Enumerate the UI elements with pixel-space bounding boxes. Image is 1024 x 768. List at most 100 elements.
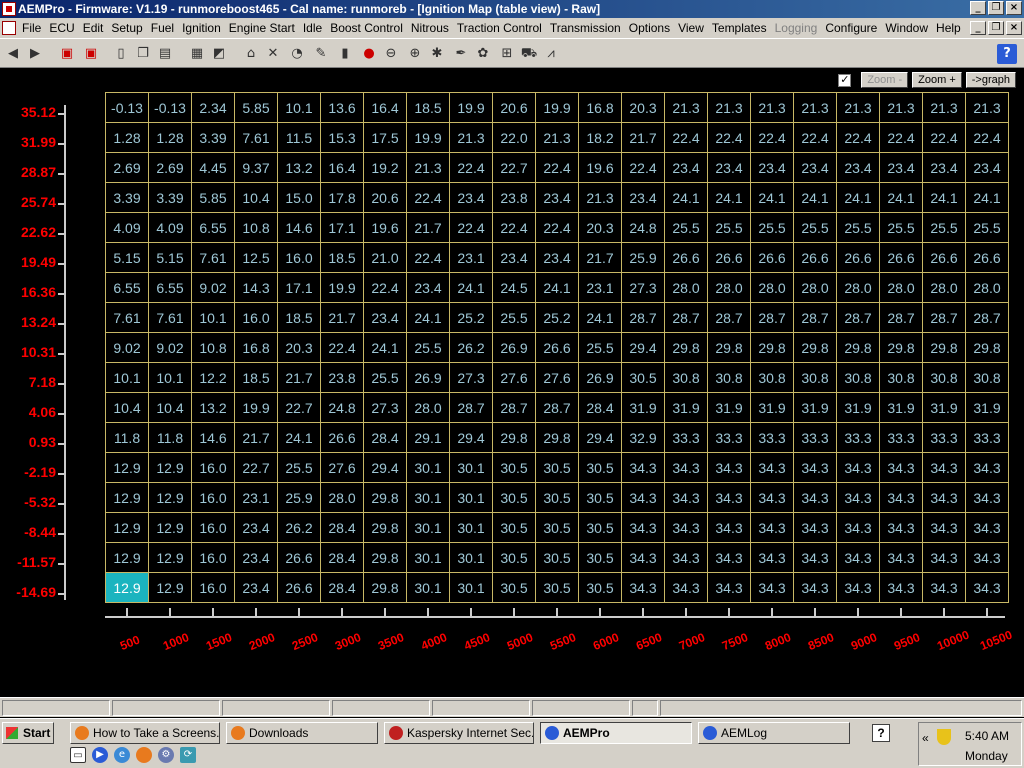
table-cell[interactable]: 22.4 — [535, 212, 579, 243]
table-cell[interactable]: 19.9 — [535, 92, 579, 123]
table-cell[interactable]: 26.2 — [449, 332, 493, 363]
back-arrow-icon[interactable]: ◀ — [2, 43, 24, 65]
table-cell[interactable]: 23.1 — [578, 272, 622, 303]
table-cell[interactable]: 29.8 — [363, 482, 407, 513]
table-cell[interactable]: 21.0 — [363, 242, 407, 273]
table-cell[interactable]: 31.9 — [793, 392, 837, 423]
table-cell[interactable]: 33.3 — [879, 422, 923, 453]
table-cell[interactable]: 16.8 — [578, 92, 622, 123]
injector-icon[interactable]: ▮ — [334, 43, 356, 65]
gauge-icon[interactable]: ◔ — [286, 43, 308, 65]
table-cell[interactable]: 10.8 — [234, 212, 278, 243]
table-cell[interactable]: 24.1 — [836, 182, 880, 213]
table-cell[interactable]: 12.9 — [105, 452, 149, 483]
table-cell[interactable]: 30.1 — [406, 482, 450, 513]
table-cell[interactable]: 12.2 — [191, 362, 235, 393]
table-cell[interactable]: 26.9 — [406, 362, 450, 393]
stop-icon[interactable]: ⊖ — [380, 43, 402, 65]
table-cell[interactable]: 27.3 — [449, 362, 493, 393]
table-cell[interactable]: 30.5 — [492, 512, 536, 543]
table-cell[interactable]: 19.6 — [578, 152, 622, 183]
table-cell[interactable]: 26.6 — [535, 332, 579, 363]
table-cell[interactable]: 12.5 — [234, 242, 278, 273]
table-cell[interactable]: 16.0 — [277, 242, 321, 273]
table-cell[interactable]: 34.3 — [879, 512, 923, 543]
table-cell[interactable]: 12.9 — [148, 542, 192, 573]
table-cell[interactable]: 19.9 — [234, 392, 278, 423]
table-cell[interactable]: 23.4 — [363, 302, 407, 333]
table-cell[interactable]: 18.5 — [406, 92, 450, 123]
table-cell[interactable]: 22.4 — [707, 122, 751, 153]
table-cell[interactable]: 29.8 — [793, 332, 837, 363]
table-cell[interactable]: 28.7 — [449, 392, 493, 423]
table-cell[interactable]: 23.4 — [234, 542, 278, 573]
table-cell[interactable]: 22.4 — [922, 122, 966, 153]
table-cell[interactable]: 31.9 — [621, 392, 665, 423]
table-cell[interactable]: 24.1 — [965, 182, 1009, 213]
table-cell[interactable]: 7.61 — [191, 242, 235, 273]
table-cell[interactable]: 16.0 — [191, 482, 235, 513]
table-cell[interactable]: 22.4 — [363, 272, 407, 303]
table-cell[interactable]: 26.6 — [277, 572, 321, 603]
table-cell[interactable]: 34.3 — [750, 542, 794, 573]
table-cell[interactable]: 31.9 — [965, 392, 1009, 423]
table-cell[interactable]: 7.61 — [148, 302, 192, 333]
table-cell[interactable]: 29.8 — [965, 332, 1009, 363]
table-cell[interactable]: 22.7 — [492, 152, 536, 183]
table-cell[interactable]: 29.8 — [363, 542, 407, 573]
table-cell[interactable]: 12.9 — [105, 542, 149, 573]
table-cell[interactable]: 30.5 — [535, 572, 579, 603]
table-cell[interactable]: 28.4 — [578, 392, 622, 423]
help-icon[interactable]: ? — [872, 724, 890, 742]
table-cell[interactable]: 30.5 — [535, 482, 579, 513]
table-cell[interactable]: 16.4 — [320, 152, 364, 183]
child-close-button[interactable]: × — [1006, 21, 1022, 35]
table-cell[interactable]: 18.5 — [277, 302, 321, 333]
table-cell[interactable]: 26.6 — [277, 542, 321, 573]
table-cell[interactable]: 17.8 — [320, 182, 364, 213]
table-cell[interactable]: 28.7 — [621, 302, 665, 333]
table-cell[interactable]: 11.8 — [105, 422, 149, 453]
table-cell[interactable]: 28.0 — [879, 272, 923, 303]
table-cell[interactable]: 30.1 — [449, 542, 493, 573]
table-cell[interactable]: 5.85 — [234, 92, 278, 123]
table-cell[interactable]: 25.5 — [578, 332, 622, 363]
table-cell[interactable]: 28.0 — [836, 272, 880, 303]
table-cell[interactable]: 30.5 — [535, 542, 579, 573]
zoom-checkbox[interactable]: ✓ — [838, 73, 852, 87]
table-cell[interactable]: 22.4 — [879, 122, 923, 153]
table-cell[interactable]: 23.4 — [750, 152, 794, 183]
table-cell[interactable]: 27.3 — [621, 272, 665, 303]
table-cell[interactable]: 17.5 — [363, 122, 407, 153]
maximize-button[interactable]: ❐ — [988, 1, 1004, 15]
table-cell[interactable]: 23.4 — [922, 152, 966, 183]
menu-configure[interactable]: Configure — [821, 18, 881, 38]
table-cell[interactable]: 28.4 — [363, 422, 407, 453]
home-icon[interactable]: ⌂ — [240, 43, 262, 65]
table-cell[interactable]: 29.1 — [406, 422, 450, 453]
new-document-icon[interactable]: ▯ — [110, 43, 132, 65]
table-cell[interactable]: 22.4 — [535, 152, 579, 183]
document-icon[interactable] — [2, 21, 16, 35]
table-cell[interactable]: 5.15 — [148, 242, 192, 273]
table-cell[interactable]: 23.4 — [492, 242, 536, 273]
table-cell[interactable]: 12.9 — [105, 482, 149, 513]
table-cell[interactable]: 30.5 — [621, 362, 665, 393]
turbo-icon[interactable]: ✱ — [426, 43, 448, 65]
table-cell[interactable]: 25.5 — [750, 212, 794, 243]
table-cell[interactable]: 34.3 — [879, 572, 923, 603]
table-cell[interactable]: 29.8 — [750, 332, 794, 363]
table-cell[interactable]: 24.1 — [363, 332, 407, 363]
menu-edit[interactable]: Edit — [79, 18, 108, 38]
table-cell[interactable]: 30.5 — [492, 452, 536, 483]
table-cell[interactable]: 25.5 — [492, 302, 536, 333]
table-cell[interactable]: 24.8 — [320, 392, 364, 423]
table-cell[interactable]: 24.1 — [277, 422, 321, 453]
table-cell[interactable]: 21.3 — [664, 92, 708, 123]
copy-document-icon[interactable]: ❐ — [132, 43, 154, 65]
table-cell[interactable]: 25.9 — [621, 242, 665, 273]
table-cell[interactable]: 24.1 — [578, 302, 622, 333]
menu-engine-start[interactable]: Engine Start — [225, 18, 299, 38]
graph-button[interactable]: ->graph — [965, 72, 1016, 88]
table-cell[interactable]: 22.4 — [406, 242, 450, 273]
